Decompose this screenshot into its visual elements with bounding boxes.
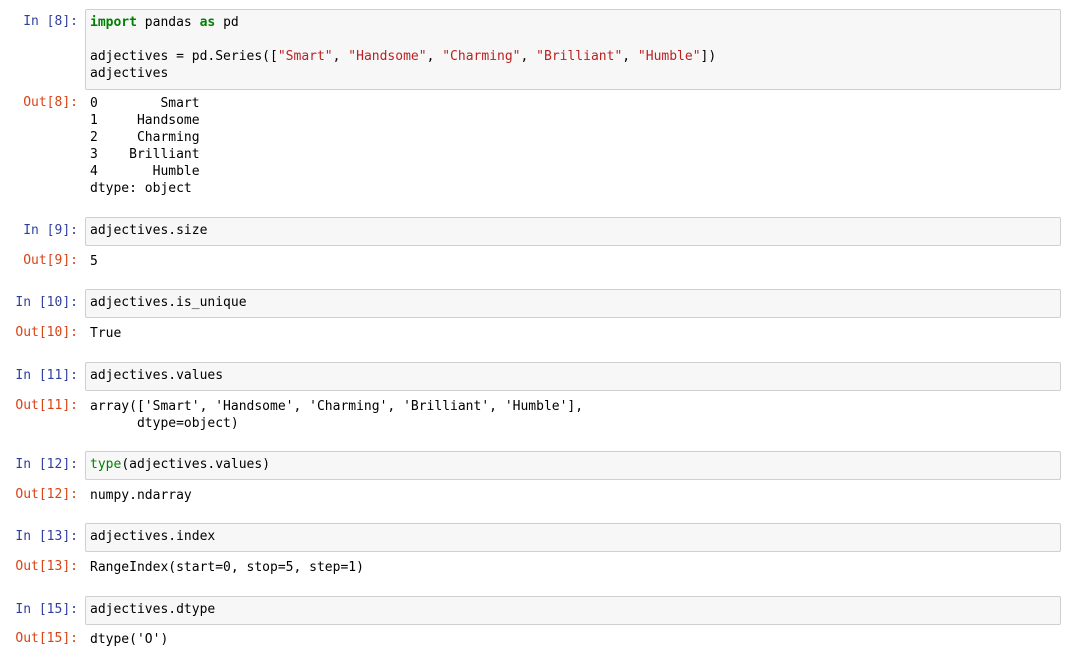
output-prompt: Out[10]: (15, 325, 78, 340)
input-prompt: In [10]: (15, 295, 78, 310)
code-token: adjectives.index (90, 529, 216, 544)
code-line: adjectives = pd.Series(["Smart", "Handso… (90, 48, 716, 65)
input-prompt: In [8]: (23, 14, 78, 29)
code-input-area[interactable]: adjectives.dtype (85, 596, 1061, 625)
code-line: adjectives.index (90, 528, 215, 545)
code-token: , (332, 49, 349, 64)
output-line: dtype: object (90, 181, 192, 196)
code-line: import pandas as pd (90, 14, 716, 31)
output-text: dtype('O') (90, 631, 168, 648)
output-text: RangeIndex(start=0, stop=5, step=1) (90, 559, 364, 576)
code-line: adjectives.is_unique (90, 294, 247, 311)
output-line: array(['Smart', 'Handsome', 'Charming', … (90, 399, 584, 414)
output-line: 0 Smart (90, 96, 200, 111)
output-text: array(['Smart', 'Handsome', 'Charming', … (90, 398, 583, 432)
code-token: "Brilliant" (536, 49, 623, 64)
code-text: type(adjectives.values) (90, 456, 270, 473)
code-token: "Smart" (277, 49, 333, 64)
code-line: adjectives.dtype (90, 601, 215, 618)
output-text: True (90, 325, 121, 342)
output-line: 5 (90, 254, 98, 269)
code-input-area[interactable]: adjectives.index (85, 523, 1061, 552)
output-line: True (90, 326, 122, 341)
output-line: dtype('O') (90, 632, 169, 647)
code-token: "Charming" (442, 49, 521, 64)
code-text: adjectives.values (90, 367, 223, 384)
output-text: 0 Smart 1 Handsome 2 Charming 3 Brilliant 4 … (90, 95, 200, 197)
code-line: type(adjectives.values) (90, 456, 270, 473)
input-prompt: In [13]: (15, 529, 78, 544)
code-line: adjectives (90, 65, 716, 82)
code-token: adjectives.values (90, 368, 224, 383)
output-line: numpy.ndarray (90, 488, 192, 503)
output-prompt: Out[9]: (23, 253, 78, 268)
output-prompt: Out[12]: (15, 487, 78, 502)
code-line: adjectives.size (90, 222, 207, 239)
output-prompt: Out[8]: (23, 95, 78, 110)
output-line: 4 Humble (90, 164, 200, 179)
code-input-area[interactable]: adjectives.values (85, 362, 1061, 391)
output-line: 1 Handsome (90, 113, 200, 128)
code-token: adjectives.dtype (90, 602, 216, 617)
code-input-area[interactable]: import pandas as pd adjectives = pd.Serie… (85, 9, 1061, 90)
output-line: RangeIndex(start=0, stop=5, step=1) (90, 560, 364, 575)
code-text: adjectives.dtype (90, 601, 215, 618)
input-prompt: In [15]: (15, 602, 78, 617)
input-prompt: In [11]: (15, 368, 78, 383)
code-text: adjectives.size (90, 222, 207, 239)
code-token: adjectives = pd.Series([ (90, 49, 278, 64)
code-token: adjectives.size (90, 223, 208, 238)
code-token: adjectives.is_unique (90, 295, 247, 310)
code-text: import pandas as pd adjectives = pd.Serie… (90, 14, 716, 82)
code-token: pandas (136, 15, 200, 30)
code-token: adjectives (90, 66, 169, 81)
code-text: adjectives.is_unique (90, 294, 247, 311)
code-input-area[interactable]: adjectives.size (85, 217, 1061, 246)
code-token: ]) (700, 49, 717, 64)
code-token: "Humble" (637, 49, 701, 64)
code-token: "Handsome" (348, 49, 427, 64)
code-token: pd (215, 15, 239, 30)
code-text: adjectives.index (90, 528, 215, 545)
output-line: 2 Charming (90, 130, 200, 145)
code-token: , (520, 49, 537, 64)
code-input-area[interactable]: adjectives.is_unique (85, 289, 1061, 318)
output-text: 5 (90, 253, 98, 270)
output-line: 3 Brilliant (90, 147, 200, 162)
code-input-area[interactable]: type(adjectives.values) (85, 451, 1061, 480)
output-prompt: Out[15]: (15, 631, 78, 646)
code-token: import (90, 15, 137, 30)
code-token: (adjectives.values) (121, 457, 271, 472)
code-token: , (426, 49, 443, 64)
input-prompt: In [9]: (23, 223, 78, 238)
output-text: numpy.ndarray (90, 487, 192, 504)
code-token: type (90, 457, 122, 472)
code-token: as (199, 15, 216, 30)
code-token: , (622, 49, 638, 64)
output-line: dtype=object) (90, 416, 239, 431)
input-prompt: In [12]: (15, 457, 78, 472)
output-prompt: Out[13]: (15, 559, 78, 574)
code-line: adjectives.values (90, 367, 223, 384)
output-prompt: Out[11]: (15, 398, 78, 413)
